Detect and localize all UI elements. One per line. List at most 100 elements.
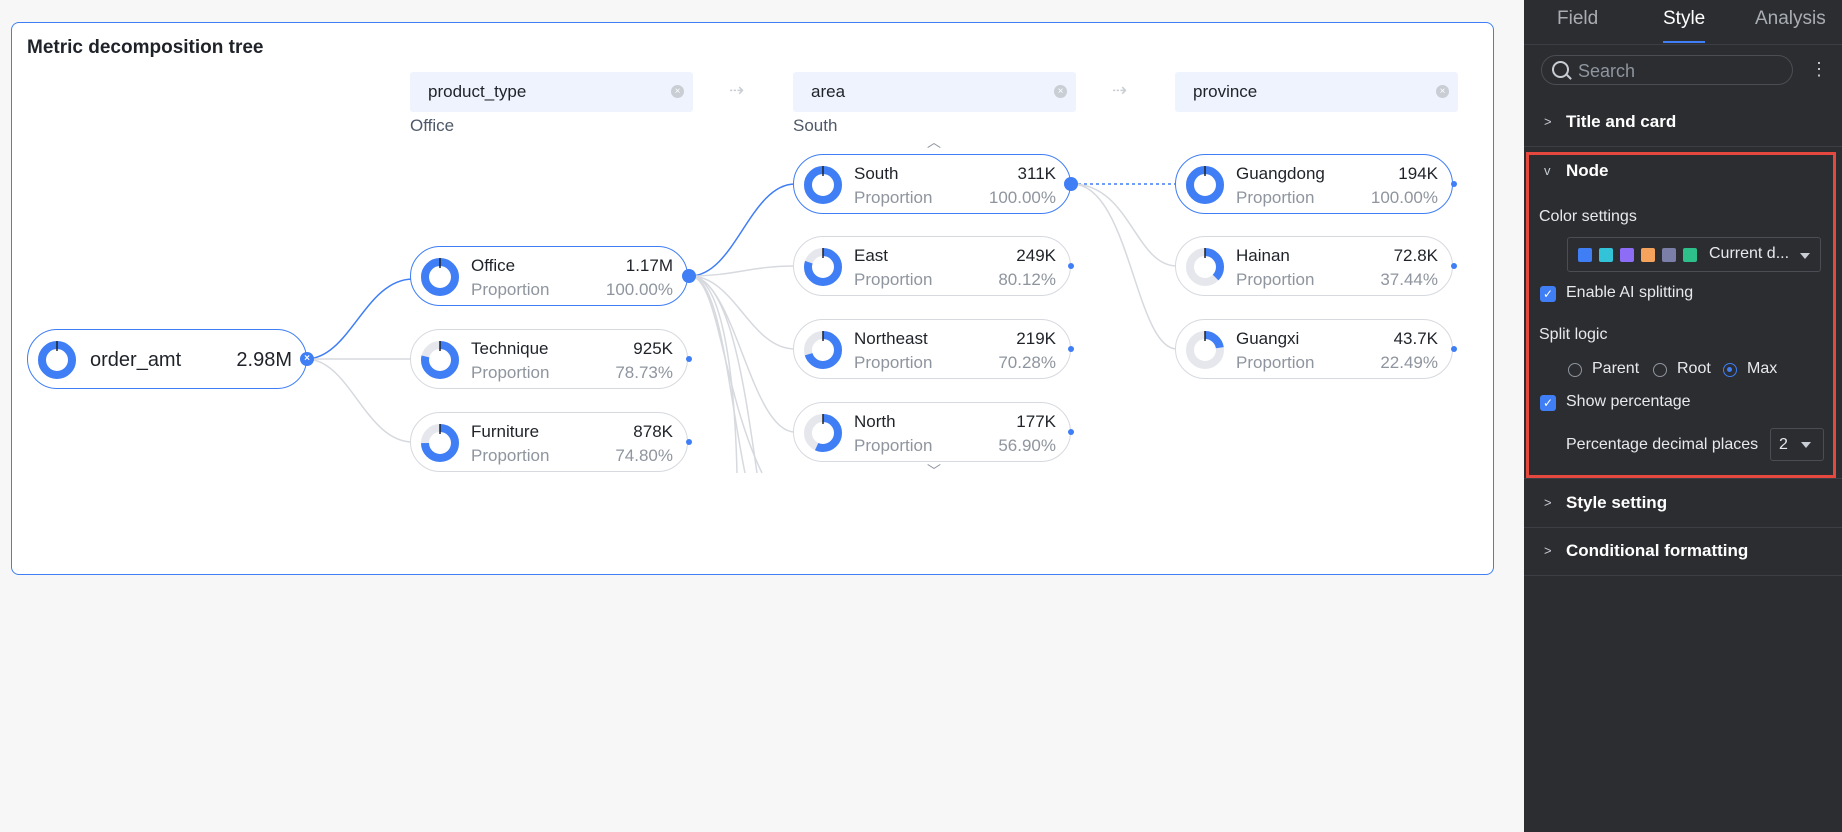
node-name: Technique — [471, 339, 549, 358]
expand-handle[interactable] — [686, 439, 692, 445]
chevron-down-icon: v — [1544, 163, 1551, 178]
selected-area: South — [793, 116, 838, 135]
tab-field[interactable]: Field — [1557, 8, 1598, 30]
dimension-chip-product-type[interactable]: product_type × — [410, 72, 693, 112]
search-box[interactable] — [1541, 55, 1793, 85]
scroll-up-icon[interactable]: ︿ — [927, 132, 941, 152]
node-name: Guangxi — [1236, 329, 1300, 348]
node-south[interactable]: South 311K Proportion 100.00% — [793, 154, 1071, 214]
node-value: 311K — [1017, 164, 1056, 183]
expand-handle[interactable] — [1068, 346, 1074, 352]
dimension-chip-label: area — [811, 82, 846, 101]
dimension-chip-label: province — [1193, 82, 1258, 101]
node-proportion-label: Proportion — [1236, 270, 1315, 289]
radio-root[interactable] — [1653, 363, 1667, 377]
radio-max[interactable] — [1723, 363, 1737, 377]
expand-handle[interactable] — [682, 269, 696, 283]
search-input[interactable] — [1576, 59, 1780, 83]
palette-swatch — [1620, 248, 1634, 262]
palette-swatch — [1683, 248, 1697, 262]
node-technique[interactable]: Technique 925K Proportion 78.73% — [410, 329, 688, 389]
dimension-chip-area[interactable]: area × — [793, 72, 1076, 112]
section-label: Title and card — [1566, 112, 1677, 131]
node-name: Northeast — [854, 329, 928, 348]
collapse-icon[interactable]: × — [300, 352, 314, 366]
node-proportion-value: 78.73% — [615, 363, 673, 382]
chevron-right-icon: > — [1544, 543, 1552, 558]
node-value: 43.7K — [1393, 329, 1438, 348]
more-options-icon[interactable]: ⋮ — [1810, 60, 1828, 78]
node-proportion-value: 80.12% — [998, 270, 1056, 289]
radio-parent-label: Parent — [1592, 360, 1640, 377]
node-name: Hainan — [1236, 246, 1290, 265]
node-guangdong[interactable]: Guangdong 194K Proportion 100.00% — [1175, 154, 1453, 214]
node-proportion-value: 56.90% — [998, 436, 1056, 455]
decimal-places-select[interactable]: 2 — [1770, 428, 1824, 461]
node-east[interactable]: East 249K Proportion 80.12% — [793, 236, 1071, 296]
expand-handle[interactable] — [1068, 429, 1074, 435]
expand-handle[interactable] — [1064, 177, 1078, 191]
show-percentage-checkbox[interactable]: ✓ — [1540, 395, 1556, 411]
node-guangxi[interactable]: Guangxi 43.7K Proportion 22.49% — [1175, 319, 1453, 379]
proportion-donut — [421, 341, 459, 379]
dimension-chip-label: product_type — [428, 82, 527, 101]
node-hainan[interactable]: Hainan 72.8K Proportion 37.44% — [1175, 236, 1453, 296]
section-node[interactable]: v Node — [1524, 147, 1842, 195]
split-logic-label: Split logic — [1539, 326, 1608, 343]
node-proportion-value: 100.00% — [988, 188, 1056, 207]
chevron-right-icon: > — [1544, 114, 1552, 129]
proportion-donut — [804, 414, 842, 452]
decimal-places-value: 2 — [1779, 436, 1788, 453]
palette-swatch — [1641, 248, 1655, 262]
proportion-donut — [804, 331, 842, 369]
node-proportion-value: 37.44% — [1380, 270, 1438, 289]
show-percentage-label: Show percentage — [1566, 393, 1691, 410]
node-proportion-label: Proportion — [854, 188, 933, 207]
proportion-donut — [421, 258, 459, 296]
node-value: 194K — [1398, 164, 1438, 183]
radio-parent[interactable] — [1568, 363, 1582, 377]
expand-handle[interactable] — [1068, 263, 1074, 269]
node-value: 219K — [1016, 329, 1056, 348]
dimension-chip-province[interactable]: province × — [1175, 72, 1458, 112]
palette-swatch — [1662, 248, 1676, 262]
tab-style[interactable]: Style — [1663, 8, 1705, 30]
remove-dimension-icon[interactable]: × — [1054, 85, 1067, 98]
node-proportion-value: 70.28% — [998, 353, 1056, 372]
root-node[interactable]: order_amt 2.98M — [27, 329, 307, 389]
node-value: 878K — [633, 422, 673, 441]
expand-handle[interactable] — [1451, 181, 1457, 187]
proportion-donut — [421, 424, 459, 462]
enable-ai-checkbox[interactable]: ✓ — [1540, 286, 1556, 302]
node-proportion-value: 100.00% — [1370, 188, 1438, 207]
tab-analysis[interactable]: Analysis — [1755, 8, 1826, 30]
scroll-down-icon[interactable]: ﹀ — [927, 461, 941, 481]
remove-dimension-icon[interactable]: × — [671, 85, 684, 98]
node-value: 925K — [633, 339, 673, 358]
proportion-donut — [38, 341, 76, 379]
node-name: North — [854, 412, 896, 431]
selected-product-type: Office — [410, 116, 455, 135]
section-conditional-formatting[interactable]: > Conditional formatting — [1524, 527, 1842, 576]
section-label: Style setting — [1566, 493, 1668, 512]
remove-dimension-icon[interactable]: × — [1436, 85, 1449, 98]
node-furniture[interactable]: Furniture 878K Proportion 74.80% — [410, 412, 688, 472]
radio-root-label: Root — [1677, 360, 1711, 377]
section-title-and-card[interactable]: > Title and card — [1524, 98, 1842, 147]
proportion-donut — [1186, 248, 1224, 286]
node-name: East — [854, 246, 889, 265]
node-northeast[interactable]: Northeast 219K Proportion 70.28% — [793, 319, 1071, 379]
node-north[interactable]: North 177K Proportion 56.90% — [793, 402, 1071, 462]
section-style-setting[interactable]: > Style setting — [1524, 478, 1842, 528]
arrow-right-icon: ⇢ — [729, 80, 745, 100]
node-office[interactable]: Office 1.17M Proportion 100.00% — [410, 246, 688, 306]
node-proportion-value: 74.80% — [615, 446, 673, 465]
node-proportion-value: 22.49% — [1380, 353, 1438, 372]
expand-handle[interactable] — [1451, 346, 1457, 352]
expand-handle[interactable] — [686, 356, 692, 362]
expand-handle[interactable] — [1451, 263, 1457, 269]
node-name: Furniture — [471, 422, 540, 441]
node-proportion-label: Proportion — [854, 436, 933, 455]
dropdown-caret-icon — [1800, 253, 1810, 259]
color-palette-select[interactable]: Current d... — [1567, 237, 1821, 272]
